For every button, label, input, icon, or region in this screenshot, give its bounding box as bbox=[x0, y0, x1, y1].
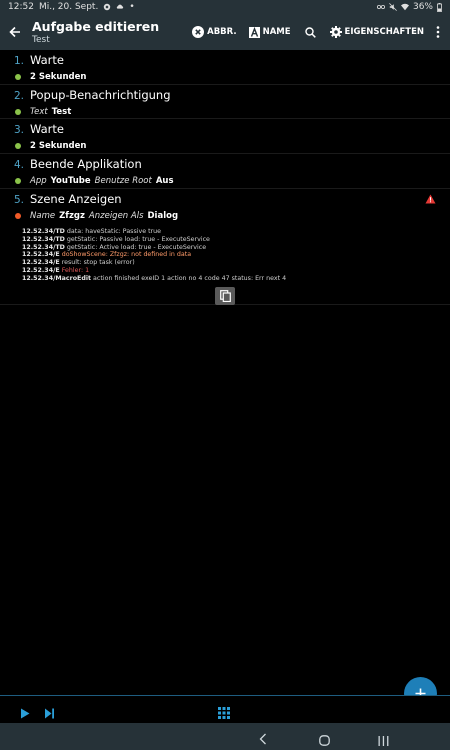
warning-icon[interactable] bbox=[425, 194, 436, 204]
action-number: 3. bbox=[14, 124, 25, 136]
mute-icon bbox=[389, 3, 397, 11]
log-line: 12.52.34/TD getStatic: Passive load: tru… bbox=[22, 235, 210, 243]
action-item[interactable]: 5. Szene Anzeigen Name Zfzgz Anzeigen Al… bbox=[0, 189, 450, 305]
param-value: YouTube bbox=[50, 176, 91, 186]
param-key: Benutze Root bbox=[94, 176, 152, 186]
status-dot bbox=[15, 143, 21, 149]
status-dot bbox=[15, 109, 21, 115]
chevron-left-icon bbox=[259, 733, 266, 745]
page-subtitle: Test bbox=[32, 34, 50, 45]
arrow-left-icon bbox=[9, 26, 20, 38]
link-icon bbox=[376, 5, 385, 9]
sync-icon bbox=[104, 3, 111, 11]
cancel-label: ABBR. bbox=[207, 27, 237, 37]
param-key: Anzeigen Als bbox=[88, 211, 144, 221]
param-value: Aus bbox=[155, 176, 174, 186]
log-line: 12.52.34/E Fehler: 1 bbox=[22, 266, 90, 274]
properties-button[interactable]: EIGENSCHAFTEN bbox=[324, 14, 430, 50]
action-item[interactable]: 1. Warte 2 Sekunden bbox=[0, 50, 450, 85]
name-button[interactable]: NAME bbox=[243, 14, 297, 50]
battery-level: 36% bbox=[412, 2, 433, 12]
more-vertical-icon bbox=[436, 26, 440, 38]
cancel-button[interactable]: ABBR. bbox=[186, 14, 242, 50]
back-button[interactable] bbox=[0, 14, 30, 50]
action-number: 5. bbox=[14, 194, 25, 206]
status-dot bbox=[15, 213, 21, 219]
grid-icon bbox=[218, 707, 230, 719]
status-bar: 12:52 Mi., 20. Sept. • 36% bbox=[0, 0, 450, 14]
log-line: 12.52.34/TD data: haveStatic: Passive tr… bbox=[22, 228, 162, 235]
status-dot bbox=[15, 178, 21, 184]
param-value: Test bbox=[51, 107, 72, 117]
param-key: App bbox=[30, 176, 47, 186]
properties-label: EIGENSCHAFTEN bbox=[344, 27, 424, 37]
action-list: 1. Warte 2 Sekunden 2. Popup-Benachricht… bbox=[0, 50, 450, 305]
action-number: 4. bbox=[14, 159, 25, 171]
action-name: Warte bbox=[30, 122, 64, 136]
param-value: 2 Sekunden bbox=[30, 72, 87, 82]
action-item[interactable]: 4. Beende Applikation App YouTube Benutz… bbox=[0, 154, 450, 189]
param-value: Dialog bbox=[147, 211, 179, 221]
nav-home-button[interactable] bbox=[319, 731, 330, 750]
action-item[interactable]: 2. Popup-Benachrichtigung Text Test bbox=[0, 85, 450, 119]
param-key: Name bbox=[30, 211, 56, 221]
home-circle-icon bbox=[319, 735, 330, 746]
step-button[interactable] bbox=[44, 704, 55, 723]
play-icon bbox=[21, 708, 30, 719]
action-name: Beende Applikation bbox=[30, 157, 142, 171]
action-name: Warte bbox=[30, 53, 64, 67]
param-value: Zfzgz bbox=[59, 211, 85, 221]
action-number: 2. bbox=[14, 90, 25, 102]
status-dot bbox=[15, 74, 21, 80]
search-icon bbox=[304, 26, 316, 38]
battery-icon bbox=[437, 2, 442, 12]
param-key: Text bbox=[30, 107, 48, 117]
log-line: 12.52.34/E doShowScene: Zfzgz: not defin… bbox=[22, 251, 192, 259]
name-label: NAME bbox=[262, 27, 291, 37]
action-name: Popup-Benachrichtigung bbox=[30, 88, 171, 102]
copy-log-button[interactable] bbox=[215, 286, 235, 305]
status-time: 12:52 bbox=[8, 2, 34, 12]
copy-icon bbox=[219, 289, 231, 302]
log-line: 12.52.34/E result: stop task (error) bbox=[22, 259, 135, 267]
nav-recents-button[interactable] bbox=[378, 731, 389, 750]
grid-button[interactable] bbox=[218, 704, 230, 723]
status-date: Mi., 20. Sept. bbox=[38, 2, 99, 12]
log-line: 12.52.34/TD getStatic: Active load: true… bbox=[22, 243, 207, 251]
param-value: 2 Sekunden bbox=[30, 141, 87, 151]
action-name: Szene Anzeigen bbox=[30, 192, 122, 206]
gear-icon bbox=[329, 26, 342, 38]
close-circle-icon bbox=[192, 26, 205, 38]
recents-icon bbox=[378, 736, 389, 746]
nav-back-button[interactable] bbox=[259, 730, 267, 749]
app-bar: Aufgabe editieren Test ABBR. NAME EIGENS… bbox=[0, 14, 450, 50]
error-log: 12.52.34/TD data: haveStatic: Passive tr… bbox=[14, 223, 436, 283]
play-button[interactable] bbox=[20, 704, 30, 723]
skip-next-icon bbox=[45, 708, 54, 719]
action-number: 1. bbox=[14, 55, 25, 67]
cloud-icon bbox=[117, 4, 124, 9]
status-dot: • bbox=[129, 2, 135, 12]
letter-a-icon bbox=[248, 26, 260, 38]
wifi-icon bbox=[400, 3, 409, 11]
action-item[interactable]: 3. Warte 2 Sekunden bbox=[0, 119, 450, 154]
more-button[interactable] bbox=[430, 14, 450, 50]
search-button[interactable] bbox=[297, 14, 324, 50]
log-line: 12.52.34/MacroEdit action finished exeID… bbox=[22, 274, 287, 282]
bottom-toolbar bbox=[0, 695, 450, 723]
system-nav-bar bbox=[0, 723, 450, 750]
page-title: Aufgabe editieren bbox=[32, 18, 160, 34]
